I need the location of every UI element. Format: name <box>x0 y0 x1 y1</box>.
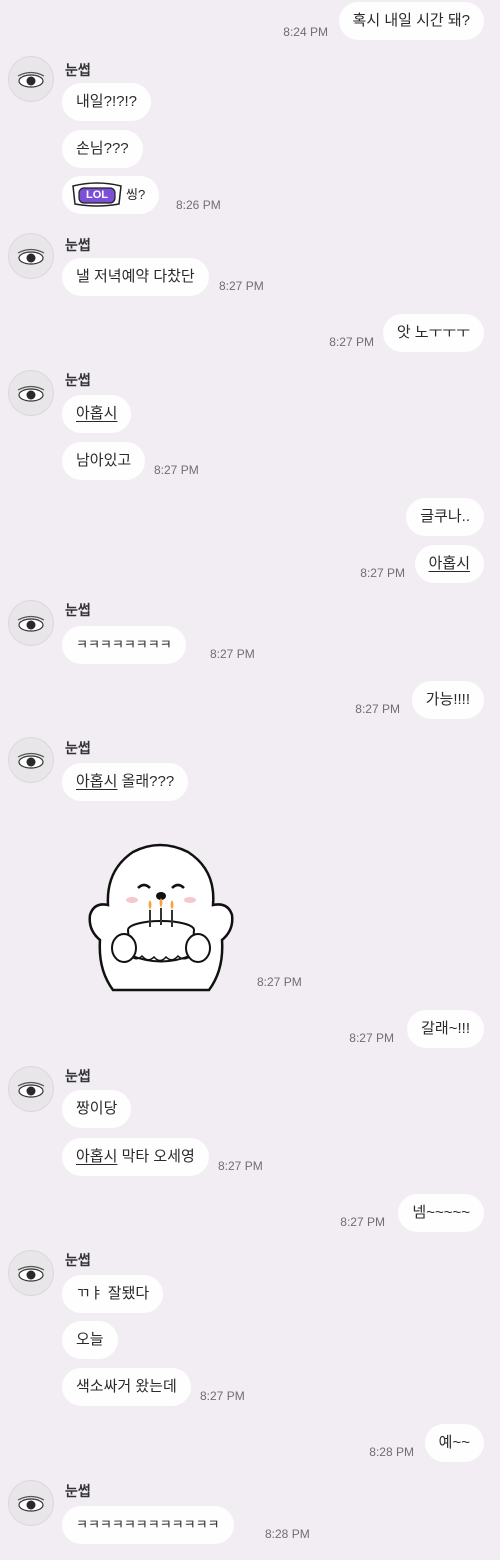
contact-name: 눈썹 <box>65 237 91 253</box>
message-bubble-sent[interactable]: 앗 노ㅜㅜㅜ <box>382 314 484 352</box>
message-time: 8:27 PM <box>200 1389 245 1403</box>
contact-avatar[interactable] <box>8 737 54 783</box>
contact-avatar[interactable] <box>8 600 54 646</box>
message-time: 8:27 PM <box>329 335 374 349</box>
eye-icon <box>17 752 45 769</box>
message-bubble-received[interactable]: LOL 씽? <box>62 176 160 214</box>
message-bubble-received[interactable]: ㄲㅑ 잘됐다 <box>62 1275 164 1313</box>
lol-sticker-icon: LOL <box>70 180 124 210</box>
message-bubble-received[interactable]: ㅋㅋㅋㅋㅋㅋㅋㅋㅋㅋㅋㅋ <box>62 1506 234 1544</box>
contact-avatar[interactable] <box>8 233 54 279</box>
contact-name: 눈썹 <box>65 372 91 388</box>
message-bubble-received[interactable]: 오늘 <box>62 1321 118 1359</box>
eye-icon <box>17 385 45 402</box>
message-bubble-received[interactable]: 손님??? <box>62 130 143 168</box>
lol-sticker-text: LOL <box>86 189 108 202</box>
message-bubble-sent[interactable]: 혹시 내일 시간 돼? <box>338 2 484 40</box>
contact-avatar[interactable] <box>8 370 54 416</box>
message-time: 8:27 PM <box>349 1031 394 1045</box>
message-link[interactable]: 아홉시 <box>76 773 117 790</box>
message-bubble-received[interactable]: 낼 저녁예약 다찼단 <box>62 258 209 296</box>
message-time: 8:27 PM <box>154 463 199 477</box>
message-bubble-received[interactable]: 아홉시 올래??? <box>62 763 189 801</box>
eye-icon <box>17 1265 45 1282</box>
message-time: 8:27 PM <box>355 702 400 716</box>
message-link[interactable]: 아홉시 <box>76 1148 117 1165</box>
message-bubble-sent[interactable]: 가능!!!! <box>411 681 484 719</box>
contact-avatar[interactable] <box>8 1480 54 1526</box>
message-time: 8:27 PM <box>210 647 255 661</box>
message-bubble-received[interactable]: ㅋㅋㅋㅋㅋㅋㅋㅋ <box>62 626 186 664</box>
message-bubble-sent[interactable]: 예~~ <box>424 1424 484 1462</box>
message-bubble-received[interactable]: 아홉시 막타 오세영 <box>62 1138 209 1176</box>
message-bubble-received[interactable]: 짱이당 <box>62 1090 132 1128</box>
message-time: 8:27 PM <box>219 279 264 293</box>
message-bubble-sent[interactable]: 넴~~~~~ <box>398 1194 484 1232</box>
message-text: 올래??? <box>117 773 175 790</box>
message-time: 8:27 PM <box>218 1159 263 1173</box>
contact-name: 눈썹 <box>65 740 91 756</box>
contact-avatar[interactable] <box>8 1250 54 1296</box>
eye-icon <box>17 1081 45 1098</box>
message-time: 8:28 PM <box>265 1527 310 1541</box>
contact-avatar[interactable] <box>8 56 54 102</box>
message-time: 8:28 PM <box>369 1445 414 1459</box>
contact-avatar[interactable] <box>8 1066 54 1112</box>
character-with-cake-icon <box>88 843 234 992</box>
message-time: 8:27 PM <box>257 975 302 989</box>
message-bubble-received[interactable]: 남아있고 <box>62 442 146 480</box>
message-bubble-received[interactable]: 내일?!?!? <box>62 83 151 121</box>
eye-icon <box>17 71 45 88</box>
eye-icon <box>17 615 45 632</box>
contact-name: 눈썹 <box>65 62 91 78</box>
message-time: 8:27 PM <box>340 1215 385 1229</box>
message-bubble-received[interactable]: 색소싸거 왔는데 <box>62 1368 191 1406</box>
eye-icon <box>17 1495 45 1512</box>
contact-name: 눈썹 <box>65 1068 91 1084</box>
eye-icon <box>17 248 45 265</box>
message-time: 8:24 PM <box>283 25 328 39</box>
message-bubble-sent[interactable]: 아홉시 <box>414 545 484 583</box>
message-time: 8:27 PM <box>360 566 405 580</box>
contact-name: 눈썹 <box>65 1252 91 1268</box>
message-text: 씽? <box>126 187 146 202</box>
birthday-cake-sticker[interactable] <box>78 830 248 1000</box>
message-text: 막타 오세영 <box>117 1148 195 1165</box>
contact-name: 눈썹 <box>65 602 91 618</box>
message-bubble-sent[interactable]: 갈래~!!! <box>407 1010 484 1048</box>
message-bubble-received[interactable]: 아홉시 <box>62 395 132 433</box>
message-time: 8:26 PM <box>176 198 221 212</box>
message-bubble-sent[interactable]: 글쿠나.. <box>406 498 484 536</box>
contact-name: 눈썹 <box>65 1483 91 1499</box>
